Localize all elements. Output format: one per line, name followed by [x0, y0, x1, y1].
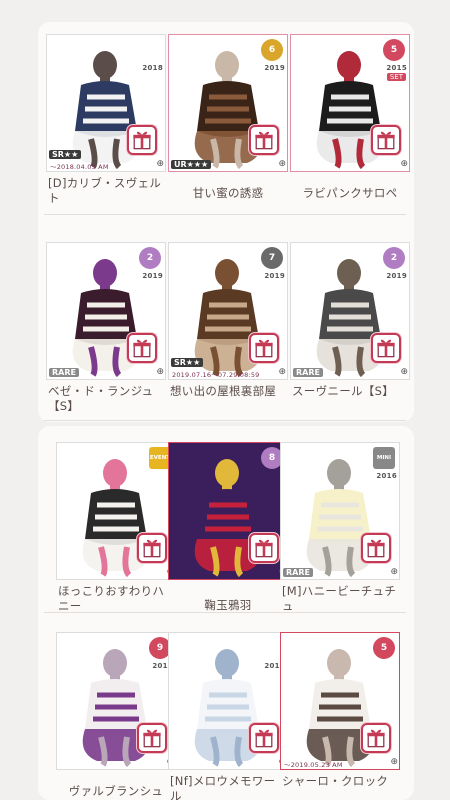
- item-card[interactable]: 2 2019 RARE ⊕ ベゼ・ド・ランジュ【S】: [46, 242, 166, 413]
- gift-icon[interactable]: [127, 333, 157, 363]
- year-label: 2019: [142, 272, 163, 280]
- item-thumbnail[interactable]: 2019⊕: [168, 632, 288, 770]
- year-label: 2015: [386, 64, 407, 72]
- item-thumbnail[interactable]: EVENT⊕: [56, 442, 176, 580]
- zoom-icon[interactable]: ⊕: [264, 366, 286, 378]
- item-thumbnail[interactable]: MINI CRU 2016 RARE ⊕: [280, 442, 400, 580]
- date-label: ～2018.04.05 AM: [50, 163, 109, 171]
- row-divider: [44, 612, 406, 613]
- year-label: 2019: [264, 64, 285, 72]
- rarity-label: SR★★: [171, 358, 204, 367]
- gift-icon[interactable]: [371, 333, 401, 363]
- item-name: 想い出の屋根裏部屋: [170, 384, 277, 398]
- item-name: ほっこりおすわりハニー: [58, 584, 165, 613]
- item-card[interactable]: 5 ～2019.05.23 AM ⊕ シャーロ・クロック: [280, 632, 400, 800]
- set-tag: SET: [386, 73, 406, 81]
- item-thumbnail[interactable]: 5 2015 SET ⊕: [290, 34, 410, 172]
- date-label: ～2019.05.23 AM: [284, 761, 343, 769]
- item-thumbnail[interactable]: 2018 SR★★ ～2018.04.05 AM ⊕: [46, 34, 166, 172]
- item-card[interactable]: 92014⊕ ヴァルブランシュ: [56, 632, 176, 800]
- zoom-icon[interactable]: ⊕: [376, 756, 398, 768]
- item-thumbnail[interactable]: 5 ～2019.05.23 AM ⊕: [280, 632, 400, 770]
- rarity-badge: 5: [383, 39, 405, 61]
- item-name: ラビパンクサロペ: [302, 186, 398, 200]
- item-card[interactable]: 2018 SR★★ ～2018.04.05 AM ⊕ [D]カリブ・スヴェルト: [46, 34, 166, 205]
- zoom-icon[interactable]: ⊕: [142, 158, 164, 170]
- year-label: 2016: [376, 472, 397, 480]
- item-name: [D]カリブ・スヴェルト: [48, 176, 162, 205]
- year-label: 2019: [264, 272, 285, 280]
- rarity-label: RARE: [283, 568, 313, 577]
- rarity-badge: 6: [261, 39, 283, 61]
- item-name: ベゼ・ド・ランジュ【S】: [48, 384, 154, 413]
- rarity-label: RARE: [49, 368, 79, 377]
- rarity-label: SR★★: [49, 150, 82, 159]
- item-thumbnail[interactable]: 6 2019 UR★★★ ⊕: [168, 34, 288, 172]
- item-thumbnail[interactable]: 8⊕: [168, 442, 288, 580]
- gift-icon[interactable]: [127, 125, 157, 155]
- item-card[interactable]: 6 2019 UR★★★ ⊕ 甘い蜜の誘惑: [168, 34, 288, 204]
- zoom-icon[interactable]: ⊕: [386, 366, 408, 378]
- rarity-label: UR★★★: [171, 160, 212, 169]
- rarity-label: RARE: [293, 368, 323, 377]
- zoom-icon[interactable]: ⊕: [376, 566, 398, 578]
- item-thumbnail[interactable]: 7 2019 SR★★ 2019.07.16～07.29.08:59 ⊕: [168, 242, 288, 380]
- gift-icon[interactable]: [249, 533, 279, 563]
- year-label: 2019: [386, 272, 407, 280]
- item-name: ヴァルブランシュ: [68, 784, 164, 798]
- gift-icon[interactable]: [249, 125, 279, 155]
- rarity-badge: 2: [383, 247, 405, 269]
- rarity-badge: 7: [261, 247, 283, 269]
- gift-icon[interactable]: [137, 723, 167, 753]
- gift-icon[interactable]: [249, 723, 279, 753]
- item-card[interactable]: 7 2019 SR★★ 2019.07.16～07.29.08:59 ⊕ 想い出の屋根裏部…: [168, 242, 288, 412]
- zoom-icon[interactable]: ⊕: [386, 158, 408, 170]
- item-name: シャーロ・クロック: [282, 774, 389, 788]
- item-card[interactable]: EVENT⊕ ほっこりおすわりハニー: [56, 442, 176, 613]
- gift-icon[interactable]: [371, 125, 401, 155]
- gift-icon[interactable]: [249, 333, 279, 363]
- row-divider: [44, 214, 406, 215]
- item-card[interactable]: 2019⊕ [Nf]メロウメモワール: [168, 632, 288, 800]
- row-divider: [44, 420, 406, 421]
- zoom-icon[interactable]: ⊕: [264, 158, 286, 170]
- rarity-badge: 5: [373, 637, 395, 659]
- item-card[interactable]: 2 2019 RARE ⊕ スーヴニール【S】: [290, 242, 410, 412]
- item-thumbnail[interactable]: 2 2019 RARE ⊕: [290, 242, 410, 380]
- item-thumbnail[interactable]: 92014⊕: [56, 632, 176, 770]
- item-name: 鞠玉鴉羽: [204, 598, 252, 612]
- item-name: [Nf]メロウメモワール: [170, 774, 276, 800]
- item-card[interactable]: 8⊕ 鞠玉鴉羽: [168, 442, 288, 612]
- item-name: スーヴニール【S】: [292, 384, 394, 398]
- rarity-badge: MINI CRU: [373, 447, 395, 483]
- item-thumbnail[interactable]: 2 2019 RARE ⊕: [46, 242, 166, 380]
- gift-icon[interactable]: [361, 533, 391, 563]
- gift-icon[interactable]: [361, 723, 391, 753]
- gift-icon[interactable]: [137, 533, 167, 563]
- item-name: 甘い蜜の誘惑: [192, 186, 264, 200]
- item-card[interactable]: 5 2015 SET ⊕ ラビパンクサロペ: [290, 34, 410, 204]
- zoom-icon[interactable]: ⊕: [142, 366, 164, 378]
- item-name: [M]ハニービーチュチュ: [282, 584, 397, 613]
- item-card[interactable]: MINI CRU 2016 RARE ⊕ [M]ハニービーチュチュ: [280, 442, 400, 613]
- rarity-badge: 2: [139, 247, 161, 269]
- year-label: 2018: [142, 64, 163, 72]
- date-label: 2019.07.16～07.29.08:59: [172, 371, 260, 379]
